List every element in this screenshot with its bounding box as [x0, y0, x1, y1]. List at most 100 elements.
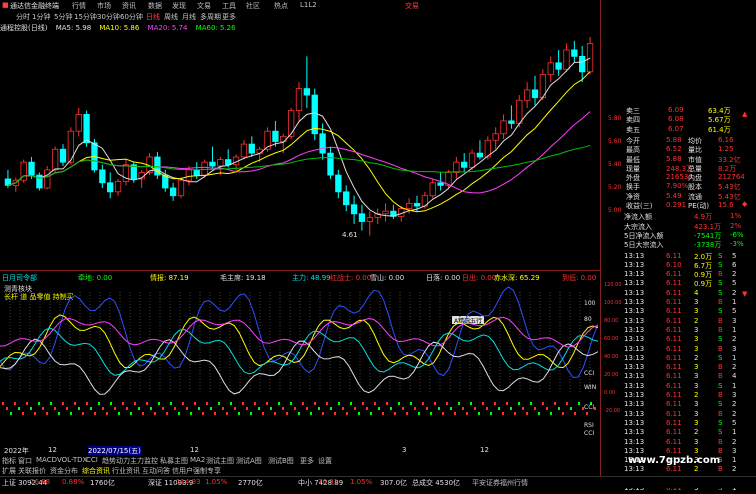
candle[interactable]: [28, 161, 35, 176]
tick-price: 6.11: [666, 372, 682, 381]
candle[interactable]: [99, 169, 106, 184]
candle[interactable]: [523, 89, 531, 101]
candle[interactable]: [516, 99, 523, 124]
candle[interactable]: [437, 182, 444, 186]
candle[interactable]: [453, 161, 460, 173]
tab-industry-news[interactable]: 行业资讯: [112, 466, 140, 476]
tf-30min[interactable]: 30分钟: [97, 12, 120, 22]
candle[interactable]: [193, 169, 200, 176]
arrow-down-icon[interactable]: ▼: [742, 290, 747, 298]
signal-bar: [414, 407, 416, 410]
candle[interactable]: [413, 203, 421, 207]
candle[interactable]: [366, 217, 373, 222]
signal-bar: [282, 407, 284, 410]
tf-60min[interactable]: 60分钟: [120, 12, 143, 22]
tf-multi[interactable]: 多周期: [200, 12, 221, 22]
timeframe-bar: 分时 1分钟 5分钟 15分钟 30分钟 60分钟 日线 周线 月线 多周期 更…: [0, 11, 430, 22]
candle[interactable]: [44, 169, 51, 189]
trade-button[interactable]: 交易: [405, 1, 419, 11]
candle[interactable]: [83, 114, 90, 144]
tab-related-quote[interactable]: 关联报价: [18, 466, 46, 476]
candle[interactable]: [579, 55, 586, 73]
candle[interactable]: [500, 120, 507, 135]
indicator-panel[interactable]: [0, 272, 598, 422]
candle[interactable]: [468, 152, 476, 168]
candle[interactable]: [303, 88, 311, 96]
tf-5min[interactable]: 5分钟: [54, 12, 72, 22]
tf-fenshi[interactable]: 分时: [16, 12, 30, 22]
candle[interactable]: [295, 88, 303, 111]
candle[interactable]: [114, 181, 122, 193]
candle[interactable]: [327, 152, 334, 176]
tf-1min[interactable]: 1分钟: [32, 12, 50, 22]
menu-item-hangqing[interactable]: 行情: [72, 1, 86, 11]
candle[interactable]: [343, 191, 350, 206]
candle[interactable]: [272, 130, 279, 142]
candle[interactable]: [335, 174, 342, 193]
tab-qa[interactable]: 互动问答: [142, 466, 170, 476]
candle[interactable]: [177, 179, 185, 197]
signal-bar: [506, 402, 508, 405]
candle[interactable]: [75, 114, 82, 132]
candle[interactable]: [508, 120, 515, 124]
candle[interactable]: [382, 210, 389, 215]
tab-expand[interactable]: 扩展: [2, 466, 16, 476]
menu-item-shichang[interactable]: 市场: [97, 1, 111, 11]
candle[interactable]: [51, 148, 59, 171]
tab-fund-dist[interactable]: 资金分布: [50, 466, 78, 476]
tf-daily[interactable]: 日线: [146, 12, 160, 22]
signal-bar: [362, 402, 364, 405]
candle[interactable]: [248, 143, 255, 154]
menu-item-faxian[interactable]: 发现: [172, 1, 186, 11]
candle[interactable]: [358, 213, 366, 222]
tf-15min[interactable]: 15分钟: [74, 12, 97, 22]
axis-tick: 20.00: [604, 372, 619, 378]
candle[interactable]: [319, 133, 326, 154]
candle[interactable]: [209, 161, 216, 167]
candle[interactable]: [476, 152, 484, 158]
candle[interactable]: [169, 187, 177, 197]
candle[interactable]: [461, 161, 468, 168]
tab-cci[interactable]: CCI: [86, 456, 98, 464]
candle[interactable]: [531, 89, 539, 99]
price-chart[interactable]: 4.61: [0, 33, 598, 241]
candle[interactable]: [492, 133, 499, 141]
candle[interactable]: [350, 204, 358, 215]
candle[interactable]: [547, 62, 554, 75]
expand-icon[interactable]: ◆: [742, 200, 747, 208]
candle[interactable]: [59, 148, 67, 163]
candle[interactable]: [287, 110, 295, 137]
tab-general-news[interactable]: 综合资讯: [82, 466, 110, 476]
candle[interactable]: [586, 43, 594, 73]
candle[interactable]: [107, 182, 114, 193]
tab-vol-tdx[interactable]: VOL-TDX: [57, 456, 87, 464]
menu-item-shequ[interactable]: 社区: [246, 1, 260, 11]
candle[interactable]: [217, 159, 224, 167]
tab-macd[interactable]: MACD: [36, 456, 57, 464]
candle[interactable]: [563, 49, 570, 70]
ind-label: 80: [584, 316, 592, 323]
candle[interactable]: [185, 169, 193, 181]
menu-item-l1l2[interactable]: L1L2: [300, 1, 317, 9]
candle[interactable]: [571, 49, 578, 57]
menu-item-wenyi[interactable]: 文易: [197, 1, 211, 11]
tab-ma2[interactable]: MA2: [190, 456, 205, 464]
candle[interactable]: [240, 143, 248, 158]
tick-count: 6: [732, 260, 737, 269]
signal-bar: [142, 412, 144, 415]
menu-item-redian[interactable]: 热点: [274, 1, 288, 11]
signal-bar: [394, 412, 396, 415]
candle[interactable]: [429, 182, 436, 197]
menu-item-shuju[interactable]: 数据: [148, 1, 162, 11]
candle[interactable]: [555, 62, 562, 70]
menu-item-zixun[interactable]: 资讯: [122, 1, 136, 11]
tf-more[interactable]: 更多: [222, 12, 236, 22]
candle[interactable]: [225, 159, 232, 166]
candle[interactable]: [201, 161, 208, 176]
candle[interactable]: [405, 203, 413, 210]
arrow-up-icon[interactable]: ▲: [742, 110, 747, 118]
tf-weekly[interactable]: 周线: [164, 12, 178, 22]
menu-item-gongju[interactable]: 工具: [222, 1, 236, 11]
tab-credit[interactable]: 信用户强制专享: [172, 466, 221, 476]
tf-monthly[interactable]: 月线: [182, 12, 196, 22]
